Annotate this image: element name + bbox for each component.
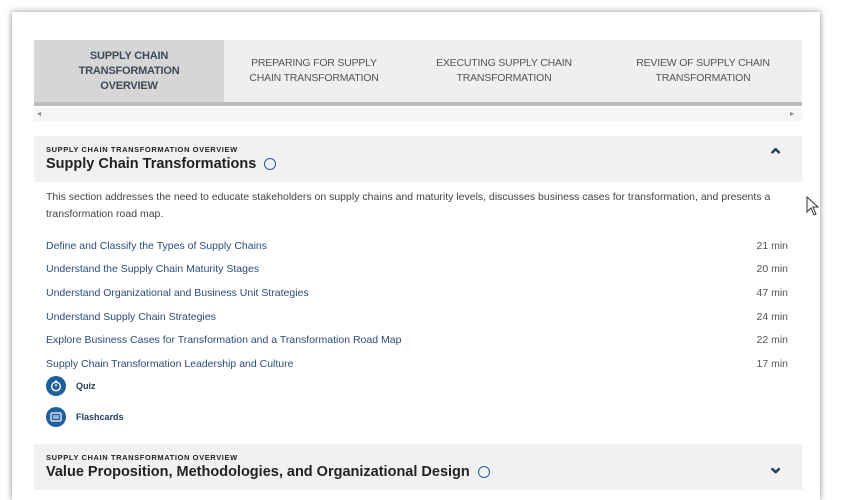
scroll-left-icon[interactable]: ◂: [37, 109, 41, 118]
scroll-right-icon[interactable]: ▸: [790, 109, 794, 118]
mouse-pointer-icon: [806, 196, 820, 216]
lesson-row[interactable]: Understand the Supply Chain Maturity Sta…: [46, 258, 794, 282]
tab-overview[interactable]: SUPPLY CHAIN TRANSFORMATION OVERVIEW: [34, 40, 224, 102]
lesson-row[interactable]: Supply Chain Transformation Leadership a…: [46, 352, 794, 376]
lesson-duration: 24 min: [756, 310, 788, 323]
course-panel: SUPPLY CHAIN TRANSFORMATION OVERVIEW PRE…: [12, 12, 820, 500]
lesson-row[interactable]: Understand Organizational and Business U…: [46, 281, 794, 305]
tab-review[interactable]: REVIEW OF SUPPLY CHAIN TRANSFORMATION: [604, 40, 802, 102]
lesson-title: Explore Business Cases for Transformatio…: [46, 334, 402, 347]
lesson-title: Supply Chain Transformation Leadership a…: [46, 357, 294, 370]
section-kicker: SUPPLY CHAIN TRANSFORMATION OVERVIEW: [46, 145, 238, 154]
lesson-title: Understand the Supply Chain Maturity Sta…: [46, 263, 260, 276]
section-header-supply-chain-transformations[interactable]: SUPPLY CHAIN TRANSFORMATION OVERVIEW Sup…: [34, 136, 802, 182]
chevron-up-icon[interactable]: ⌃: [767, 144, 784, 169]
tabs-underline: [34, 102, 802, 106]
section-description: This section addresses the need to educa…: [46, 191, 771, 220]
section-title: Value Proposition, Methodologies, and Or…: [46, 464, 490, 480]
flashcards-label: Flashcards: [76, 412, 124, 422]
lesson-title: Define and Classify the Types of Supply …: [46, 239, 268, 252]
lesson-row[interactable]: Explore Business Cases for Transformatio…: [46, 328, 794, 352]
quiz-label: Quiz: [76, 381, 96, 391]
progress-circle-icon: [264, 158, 277, 170]
section-kicker: SUPPLY CHAIN TRANSFORMATION OVERVIEW: [46, 453, 238, 462]
progress-circle-icon: [477, 466, 490, 478]
lesson-title: Understand Organizational and Business U…: [46, 286, 309, 299]
section-header-value-proposition[interactable]: SUPPLY CHAIN TRANSFORMATION OVERVIEW Val…: [34, 444, 802, 490]
lesson-duration: 17 min: [756, 357, 788, 370]
tab-bar: SUPPLY CHAIN TRANSFORMATION OVERVIEW PRE…: [34, 40, 802, 102]
stopwatch-icon: [46, 376, 66, 396]
section-title: Supply Chain Transformations: [46, 156, 277, 172]
quiz-link[interactable]: Quiz: [46, 376, 96, 396]
lesson-duration: 47 min: [756, 286, 788, 299]
tab-preparing[interactable]: PREPARING FOR SUPPLY CHAIN TRANSFORMATIO…: [224, 40, 404, 102]
tabs-scrollbar[interactable]: ◂ ▸: [34, 107, 802, 121]
lesson-title: Understand Supply Chain Strategies: [46, 310, 216, 323]
flashcards-icon: [46, 407, 66, 427]
lesson-row[interactable]: Define and Classify the Types of Supply …: [46, 234, 794, 258]
lesson-duration: 22 min: [756, 334, 788, 347]
lesson-row[interactable]: Understand Supply Chain Strategies 24 min: [46, 305, 794, 329]
tab-executing[interactable]: EXECUTING SUPPLY CHAIN TRANSFORMATION: [404, 40, 604, 102]
lesson-list: Define and Classify the Types of Supply …: [46, 234, 794, 376]
lesson-duration: 20 min: [756, 263, 788, 276]
flashcards-link[interactable]: Flashcards: [46, 407, 124, 427]
lesson-duration: 21 min: [756, 239, 788, 252]
chevron-down-icon[interactable]: ⌄: [767, 454, 784, 479]
